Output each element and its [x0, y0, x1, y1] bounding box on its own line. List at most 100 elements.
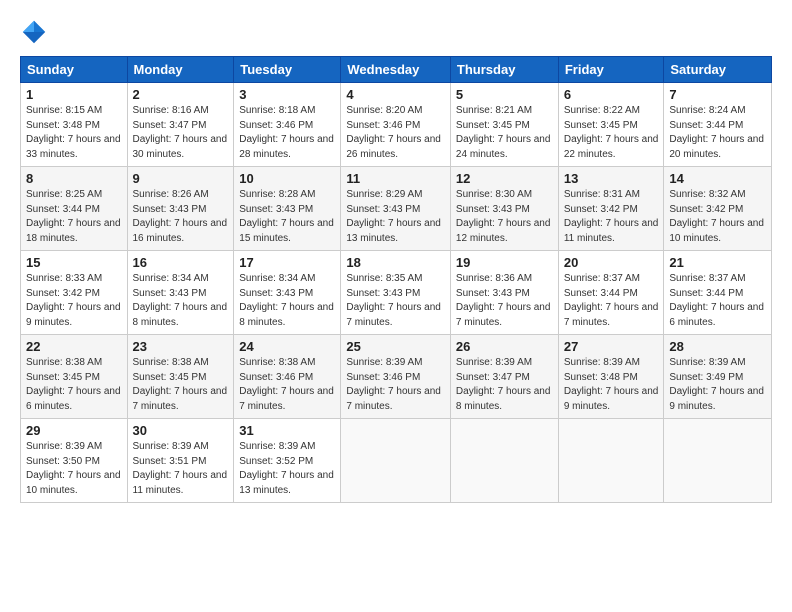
- day-number: 5: [456, 87, 553, 102]
- calendar-cell: 16Sunrise: 8:34 AMSunset: 3:43 PMDayligh…: [127, 251, 234, 335]
- calendar-cell: 17Sunrise: 8:34 AMSunset: 3:43 PMDayligh…: [234, 251, 341, 335]
- day-info: Sunrise: 8:37 AMSunset: 3:44 PMDaylight:…: [564, 272, 659, 330]
- day-number: 22: [26, 339, 122, 354]
- day-number: 13: [564, 171, 659, 186]
- day-info: Sunrise: 8:24 AMSunset: 3:44 PMDaylight:…: [669, 104, 766, 162]
- day-info: Sunrise: 8:20 AMSunset: 3:46 PMDaylight:…: [346, 104, 445, 162]
- day-info: Sunrise: 8:39 AMSunset: 3:51 PMDaylight:…: [133, 440, 229, 498]
- day-info: Sunrise: 8:39 AMSunset: 3:52 PMDaylight:…: [239, 440, 335, 498]
- calendar-header-thursday: Thursday: [450, 57, 558, 83]
- day-number: 19: [456, 255, 553, 270]
- day-info: Sunrise: 8:16 AMSunset: 3:47 PMDaylight:…: [133, 104, 229, 162]
- calendar-week-1: 1Sunrise: 8:15 AMSunset: 3:48 PMDaylight…: [21, 83, 772, 167]
- day-info: Sunrise: 8:33 AMSunset: 3:42 PMDaylight:…: [26, 272, 122, 330]
- calendar-cell: 18 Sunrise: 8:35 AMSunset: 3:43 PMDayligh…: [341, 251, 451, 335]
- day-number: 2: [133, 87, 229, 102]
- logo: [20, 18, 52, 46]
- day-info: Sunrise: 8:25 AMSunset: 3:44 PMDaylight:…: [26, 188, 122, 246]
- day-number: 28: [669, 339, 766, 354]
- calendar-cell: 3Sunrise: 8:18 AMSunset: 3:46 PMDaylight…: [234, 83, 341, 167]
- day-number: 24: [239, 339, 335, 354]
- calendar-cell: 28Sunrise: 8:39 AMSunset: 3:49 PMDayligh…: [664, 335, 772, 419]
- calendar-header-wednesday: Wednesday: [341, 57, 451, 83]
- calendar-cell: [341, 419, 451, 503]
- calendar-cell: 4 Sunrise: 8:20 AMSunset: 3:46 PMDaylight…: [341, 83, 451, 167]
- day-number: 17: [239, 255, 335, 270]
- calendar-cell: 6 Sunrise: 8:22 AMSunset: 3:45 PMDaylight…: [558, 83, 664, 167]
- logo-icon: [20, 18, 48, 46]
- calendar-cell: 29 Sunrise: 8:39 AMSunset: 3:50 PMDayligh…: [21, 419, 128, 503]
- calendar-cell: 20 Sunrise: 8:37 AMSunset: 3:44 PMDayligh…: [558, 251, 664, 335]
- day-info: Sunrise: 8:39 AMSunset: 3:47 PMDaylight:…: [456, 356, 553, 414]
- day-info: Sunrise: 8:38 AMSunset: 3:45 PMDaylight:…: [26, 356, 122, 414]
- day-info: Sunrise: 8:39 AMSunset: 3:46 PMDaylight:…: [346, 356, 445, 414]
- day-number: 1: [26, 87, 122, 102]
- calendar-header-tuesday: Tuesday: [234, 57, 341, 83]
- calendar-cell: 9 Sunrise: 8:26 AMSunset: 3:43 PMDaylight…: [127, 167, 234, 251]
- calendar-cell: 24 Sunrise: 8:38 AMSunset: 3:46 PMDayligh…: [234, 335, 341, 419]
- calendar-cell: 8 Sunrise: 8:25 AMSunset: 3:44 PMDaylight…: [21, 167, 128, 251]
- day-number: 11: [346, 171, 445, 186]
- day-number: 3: [239, 87, 335, 102]
- day-number: 18: [346, 255, 445, 270]
- day-number: 10: [239, 171, 335, 186]
- day-number: 8: [26, 171, 122, 186]
- day-number: 26: [456, 339, 553, 354]
- calendar-header-monday: Monday: [127, 57, 234, 83]
- calendar-header-friday: Friday: [558, 57, 664, 83]
- day-info: Sunrise: 8:22 AMSunset: 3:45 PMDaylight:…: [564, 104, 659, 162]
- day-info: Sunrise: 8:37 AMSunset: 3:44 PMDaylight:…: [669, 272, 766, 330]
- calendar-cell: 2 Sunrise: 8:16 AMSunset: 3:47 PMDaylight…: [127, 83, 234, 167]
- calendar-cell: 12Sunrise: 8:30 AMSunset: 3:43 PMDayligh…: [450, 167, 558, 251]
- day-info: Sunrise: 8:39 AMSunset: 3:50 PMDaylight:…: [26, 440, 122, 498]
- day-number: 12: [456, 171, 553, 186]
- calendar-cell: 26 Sunrise: 8:39 AMSunset: 3:47 PMDayligh…: [450, 335, 558, 419]
- day-number: 9: [133, 171, 229, 186]
- calendar-cell: 31 Sunrise: 8:39 AMSunset: 3:52 PMDayligh…: [234, 419, 341, 503]
- calendar-week-5: 29 Sunrise: 8:39 AMSunset: 3:50 PMDayligh…: [21, 419, 772, 503]
- calendar-cell: [450, 419, 558, 503]
- calendar-cell: 1Sunrise: 8:15 AMSunset: 3:48 PMDaylight…: [21, 83, 128, 167]
- calendar-cell: [558, 419, 664, 503]
- calendar-cell: [664, 419, 772, 503]
- calendar-cell: 10 Sunrise: 8:28 AMSunset: 3:43 PMDayligh…: [234, 167, 341, 251]
- calendar-cell: 25Sunrise: 8:39 AMSunset: 3:46 PMDayligh…: [341, 335, 451, 419]
- day-number: 6: [564, 87, 659, 102]
- calendar-table: SundayMondayTuesdayWednesdayThursdayFrid…: [20, 56, 772, 503]
- day-number: 30: [133, 423, 229, 438]
- calendar-cell: 14 Sunrise: 8:32 AMSunset: 3:42 PMDayligh…: [664, 167, 772, 251]
- calendar-cell: 21 Sunrise: 8:37 AMSunset: 3:44 PMDayligh…: [664, 251, 772, 335]
- day-number: 14: [669, 171, 766, 186]
- calendar-header-sunday: Sunday: [21, 57, 128, 83]
- day-info: Sunrise: 8:26 AMSunset: 3:43 PMDaylight:…: [133, 188, 229, 246]
- day-info: Sunrise: 8:38 AMSunset: 3:46 PMDaylight:…: [239, 356, 335, 414]
- calendar-cell: 30 Sunrise: 8:39 AMSunset: 3:51 PMDayligh…: [127, 419, 234, 503]
- calendar-cell: 5Sunrise: 8:21 AMSunset: 3:45 PMDaylight…: [450, 83, 558, 167]
- day-info: Sunrise: 8:28 AMSunset: 3:43 PMDaylight:…: [239, 188, 335, 246]
- calendar-week-3: 15 Sunrise: 8:33 AMSunset: 3:42 PMDayligh…: [21, 251, 772, 335]
- day-number: 21: [669, 255, 766, 270]
- day-number: 20: [564, 255, 659, 270]
- calendar-week-4: 22 Sunrise: 8:38 AMSunset: 3:45 PMDayligh…: [21, 335, 772, 419]
- calendar-cell: 7 Sunrise: 8:24 AMSunset: 3:44 PMDaylight…: [664, 83, 772, 167]
- calendar-cell: 27Sunrise: 8:39 AMSunset: 3:48 PMDayligh…: [558, 335, 664, 419]
- day-info: Sunrise: 8:31 AMSunset: 3:42 PMDaylight:…: [564, 188, 659, 246]
- calendar-cell: 15 Sunrise: 8:33 AMSunset: 3:42 PMDayligh…: [21, 251, 128, 335]
- calendar-header-row: SundayMondayTuesdayWednesdayThursdayFrid…: [21, 57, 772, 83]
- calendar-body: 1Sunrise: 8:15 AMSunset: 3:48 PMDaylight…: [21, 83, 772, 503]
- day-number: 7: [669, 87, 766, 102]
- calendar-header-saturday: Saturday: [664, 57, 772, 83]
- day-number: 23: [133, 339, 229, 354]
- day-info: Sunrise: 8:32 AMSunset: 3:42 PMDaylight:…: [669, 188, 766, 246]
- day-number: 15: [26, 255, 122, 270]
- day-number: 31: [239, 423, 335, 438]
- day-info: Sunrise: 8:35 AMSunset: 3:43 PMDaylight:…: [346, 272, 445, 330]
- day-info: Sunrise: 8:29 AMSunset: 3:43 PMDaylight:…: [346, 188, 445, 246]
- day-number: 16: [133, 255, 229, 270]
- page: SundayMondayTuesdayWednesdayThursdayFrid…: [0, 0, 792, 612]
- day-info: Sunrise: 8:36 AMSunset: 3:43 PMDaylight:…: [456, 272, 553, 330]
- day-number: 29: [26, 423, 122, 438]
- calendar-week-2: 8 Sunrise: 8:25 AMSunset: 3:44 PMDaylight…: [21, 167, 772, 251]
- calendar-cell: 11 Sunrise: 8:29 AMSunset: 3:43 PMDayligh…: [341, 167, 451, 251]
- day-number: 4: [346, 87, 445, 102]
